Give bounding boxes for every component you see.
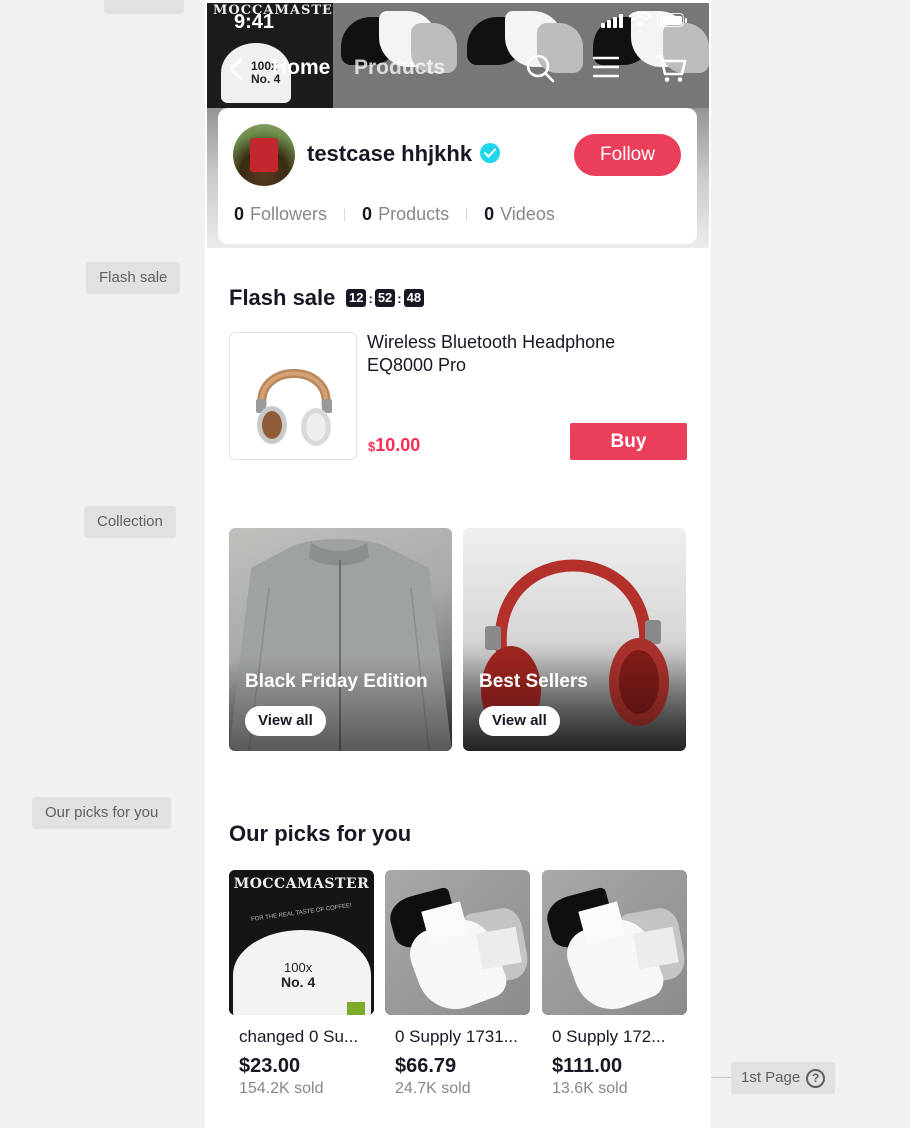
annotation-page[interactable]: 1st Page ?	[731, 1062, 836, 1094]
tab-home[interactable]: Home	[272, 56, 330, 80]
cellular-signal-icon	[601, 14, 623, 28]
countdown-seconds: 48	[403, 289, 425, 307]
annotation-collection: Collection	[84, 506, 176, 538]
product-image[interactable]	[542, 870, 687, 1015]
shop-name: testcase hhjkhk	[307, 141, 473, 166]
verified-badge-icon	[480, 143, 500, 163]
annotation-page-label: 1st Page	[741, 1069, 801, 1086]
battery-icon	[657, 13, 687, 27]
product-price: $111.00	[552, 1055, 623, 1077]
collection-title: Best Sellers	[479, 671, 588, 692]
product-name[interactable]: changed 0 Su...	[229, 1027, 369, 1047]
shop-profile-card: testcase hhjkhk Follow 0 Followers 0 Pro…	[218, 108, 697, 244]
view-all-button[interactable]: View all	[479, 706, 560, 736]
followers-count: 0	[234, 204, 245, 224]
product-price: $66.79	[395, 1055, 457, 1077]
annotation-picks: Our picks for you	[32, 797, 172, 829]
product-name[interactable]: 0 Supply 172...	[542, 1027, 682, 1047]
flash-sale-title: Flash sale	[229, 285, 336, 310]
products-label[interactable]: Products	[378, 204, 449, 225]
cart-icon[interactable]	[655, 53, 687, 83]
collection-card[interactable]: Black Friday Edition View all	[229, 528, 452, 751]
product-sold: 154.2K sold	[239, 1080, 324, 1097]
divider	[466, 208, 468, 221]
countdown-minutes: 52	[374, 289, 396, 307]
collection-title: Black Friday Edition	[245, 671, 428, 692]
avatar[interactable]	[233, 124, 295, 186]
picks-title: Our picks for you	[229, 821, 412, 846]
videos-label[interactable]: Videos	[500, 204, 555, 225]
pack-slogan: FOR THE REAL TASTE OF COFFEE!	[250, 902, 353, 924]
status-time: 9:41	[234, 11, 275, 33]
divider	[344, 208, 346, 221]
annotation-tag-top	[104, 0, 184, 14]
menu-icon[interactable]	[593, 55, 619, 79]
status-bar: 9:41	[205, 0, 711, 44]
product-sold: 13.6K sold	[552, 1080, 628, 1097]
product-sold: 24.7K sold	[395, 1080, 471, 1097]
tab-products[interactable]: Products	[354, 56, 445, 80]
product-card[interactable]: 0 Supply 1731... $66.79 24.7K sold	[385, 870, 530, 1098]
phone-screen: MOCCAMASTER 100x No. 4 9:41 Home Product…	[205, 0, 711, 1128]
search-icon[interactable]	[525, 53, 555, 83]
top-nav: Home Products	[205, 48, 711, 88]
product-card[interactable]: 0 Supply 172... $111.00 13.6K sold	[542, 870, 687, 1098]
buy-button[interactable]: Buy	[570, 423, 687, 460]
collection-card[interactable]: Best Sellers View all	[463, 528, 686, 751]
product-image[interactable]: MOCCAMASTER FOR THE REAL TASTE OF COFFEE…	[229, 870, 374, 1015]
follow-button[interactable]: Follow	[574, 134, 681, 176]
pack-brand: MOCCAMASTER	[233, 876, 370, 892]
annotation-connector	[709, 1077, 731, 1078]
products-count: 0	[362, 204, 373, 224]
back-arrow-icon[interactable]	[227, 56, 245, 82]
pack-number: 100x No. 4	[281, 960, 316, 990]
flash-product-image[interactable]	[229, 332, 357, 460]
product-price: $23.00	[239, 1055, 301, 1077]
headphone-image	[256, 369, 332, 446]
product-name[interactable]: 0 Supply 1731...	[385, 1027, 525, 1047]
product-image[interactable]	[385, 870, 530, 1015]
view-all-button[interactable]: View all	[245, 706, 326, 736]
shop-stats: 0 Followers 0 Products 0 Videos	[234, 204, 555, 225]
flash-product-price: $10.00	[368, 435, 421, 455]
countdown-hours: 12	[346, 289, 367, 307]
wifi-icon	[629, 12, 651, 27]
flash-sale-countdown: 12 : 52 : 48	[346, 289, 425, 307]
followers-label[interactable]: Followers	[250, 204, 327, 225]
product-card[interactable]: MOCCAMASTER FOR THE REAL TASTE OF COFFEE…	[229, 870, 374, 1098]
videos-count: 0	[484, 204, 495, 224]
flash-product-name[interactable]: Wireless Bluetooth Headphone EQ8000 Pro	[367, 331, 657, 377]
annotation-flash-sale: Flash sale	[86, 262, 181, 294]
help-icon[interactable]: ?	[806, 1068, 826, 1088]
